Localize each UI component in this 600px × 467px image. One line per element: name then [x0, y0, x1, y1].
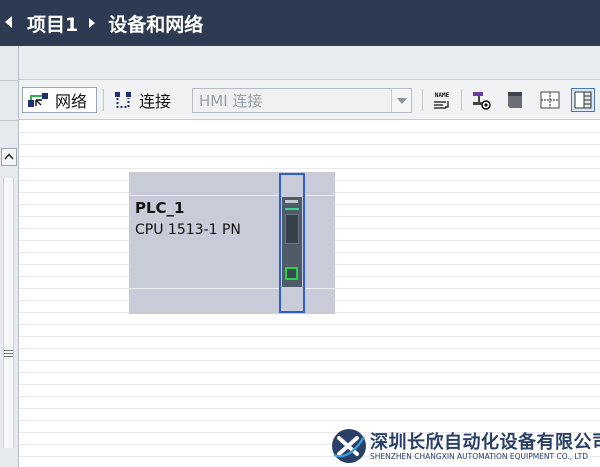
cpu-module[interactable]: [279, 173, 305, 313]
grid-view-button[interactable]: [538, 88, 562, 112]
grid-icon: [540, 91, 560, 109]
chevron-down-icon[interactable]: [391, 89, 411, 112]
svg-text:NAME: NAME: [435, 92, 450, 99]
device-type: CPU 1513-1 PN: [135, 222, 241, 238]
collapse-left-icon: [5, 16, 12, 28]
network-view-toolbar: 网络 连接 HMI 连接 NAME: [19, 80, 600, 120]
company-watermark: 深圳长欣自动化设备有限公司 SHENZHEN CHANGXIN AUTOMATI…: [328, 424, 600, 467]
profinet-port[interactable]: [285, 267, 298, 280]
breadcrumb-view: 设备和网络: [108, 13, 204, 36]
panel-divider: [0, 120, 19, 121]
toolbar-divider: [422, 89, 423, 111]
cpu-module-icon: [282, 197, 302, 287]
splitter-grip-icon[interactable]: [4, 350, 13, 358]
connection-type-select[interactable]: HMI 连接: [192, 88, 412, 113]
company-name-cn: 深圳长欣自动化设备有限公司: [370, 432, 600, 453]
page-icon: [508, 92, 522, 108]
vertical-scrollbar[interactable]: [3, 178, 14, 448]
show-names-button[interactable]: NAME: [430, 88, 454, 112]
breadcrumb-separator-icon: [89, 18, 96, 28]
connection-mode-label: 连接: [139, 92, 172, 111]
page-break-button[interactable]: [503, 88, 527, 112]
breadcrumb: 项目1 设备和网络: [19, 0, 600, 46]
address-view-icon: [473, 92, 491, 110]
app-window: 项目1 设备和网络 网络 连接 HMI 连接 NAME PLC_1 CPU 15…: [0, 0, 600, 467]
name-label-icon: NAME: [434, 92, 450, 109]
network-mode-button[interactable]: 网络: [22, 87, 97, 113]
network-mode-label: 网络: [55, 92, 88, 111]
company-logo-icon: [332, 429, 366, 463]
panel-divider: [0, 80, 19, 81]
chevron-up-icon: [4, 153, 14, 160]
device-name: PLC_1: [135, 199, 185, 217]
connection-mode-button[interactable]: 连接: [109, 87, 171, 113]
collapse-panel-button[interactable]: [0, 0, 19, 46]
connection-icon: [115, 92, 131, 108]
view-tab-strip: [19, 46, 600, 80]
connection-type-value: HMI 连接: [199, 92, 263, 110]
overview-toggle-button[interactable]: [571, 88, 595, 112]
plc-device[interactable]: PLC_1 CPU 1513-1 PN: [129, 172, 335, 314]
company-name-en: SHENZHEN CHANGXIN AUTOMATION EQUIPMENT C…: [370, 452, 588, 461]
left-panel-strip: [0, 0, 19, 467]
scroll-up-button[interactable]: [1, 148, 17, 166]
toolbar-divider: [461, 89, 462, 111]
network-icon: [28, 93, 48, 107]
breadcrumb-project[interactable]: 项目1: [27, 10, 78, 37]
show-address-button[interactable]: [470, 88, 494, 112]
toolbar-divider: [103, 89, 104, 111]
table-view-icon: [574, 91, 592, 109]
